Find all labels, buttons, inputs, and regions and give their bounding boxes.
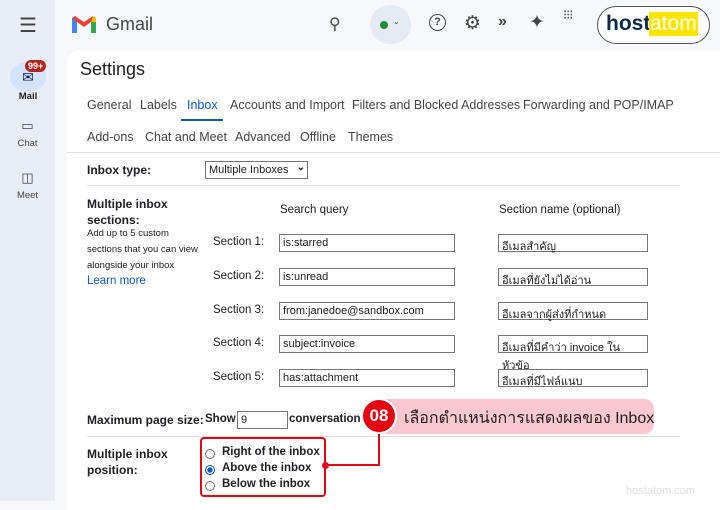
- section-query-input[interactable]: is:unread: [279, 268, 455, 286]
- tab-accounts[interactable]: Accounts and Import: [230, 98, 345, 112]
- search-icon[interactable]: ⚲: [329, 14, 341, 34]
- tab-filters[interactable]: Filters and Blocked Addresses: [352, 98, 520, 112]
- tabs-divider: [67, 152, 720, 153]
- tab-addons[interactable]: Add-ons: [87, 130, 134, 144]
- tab-labels[interactable]: Labels: [140, 98, 177, 112]
- divider: [87, 185, 680, 186]
- brand-highlight: atom: [649, 12, 698, 36]
- section-label: Section 4:: [213, 337, 265, 349]
- section-name-input[interactable]: อีเมลที่ยังไม่ได้อ่าน: [498, 268, 648, 287]
- position-label: position:: [87, 463, 138, 477]
- sections-desc: alongside your inbox: [87, 260, 175, 271]
- inbox-type-value: Multiple Inboxes: [209, 164, 289, 176]
- section-query-input[interactable]: is:starred: [279, 234, 455, 252]
- chevron-down-icon: ⌄: [393, 17, 400, 26]
- learn-more-link[interactable]: Learn more: [87, 275, 146, 287]
- connector-line: [326, 428, 380, 466]
- tab-inbox[interactable]: Inbox: [187, 98, 218, 112]
- section-name-input[interactable]: อีเมลที่มีไฟล์แนบ: [498, 369, 648, 388]
- divider: [87, 436, 680, 437]
- tab-advanced[interactable]: Advanced: [235, 130, 291, 144]
- help-icon[interactable]: ?: [429, 14, 446, 31]
- rail-item-mail[interactable]: ✉ 99+ Mail: [10, 60, 47, 103]
- chat-icon: ▭: [21, 118, 34, 133]
- section-label: Section 2:: [213, 270, 265, 282]
- video-icon: ◫: [21, 170, 34, 185]
- col-search-query: Search query: [280, 204, 349, 216]
- status-button[interactable]: ⌄: [370, 5, 411, 44]
- tab-offline[interactable]: Offline: [300, 130, 336, 144]
- page-size-label: Maximum page size:: [87, 413, 204, 427]
- show-label: Show: [205, 413, 236, 425]
- unread-badge: 99+: [25, 60, 47, 72]
- apps-script-icon[interactable]: »: [498, 13, 507, 31]
- rail-label: Chat: [17, 138, 38, 149]
- account-logo[interactable]: host atom: [597, 6, 710, 44]
- active-tab-indicator: [181, 119, 223, 121]
- tab-chat-meet[interactable]: Chat and Meet: [145, 130, 227, 144]
- page-size-suffix: conversation: [289, 413, 361, 425]
- app-name: Gmail: [106, 14, 154, 34]
- section-name-input[interactable]: อีเมลที่มีคำว่า invoice ในหัวข้อ: [498, 335, 648, 372]
- position-label: Multiple inbox: [87, 447, 168, 461]
- brand-text: host: [606, 12, 651, 35]
- tab-general[interactable]: General: [87, 98, 131, 112]
- section-label: Section 1:: [213, 236, 265, 248]
- rail-label: Meet: [16, 190, 39, 201]
- menu-icon[interactable]: ☰: [19, 13, 37, 38]
- tab-themes[interactable]: Themes: [348, 130, 393, 144]
- page-title: Settings: [80, 59, 146, 79]
- col-section-name: Section name (optional): [499, 204, 621, 216]
- sections-desc: Add up to 5 custom: [87, 228, 169, 239]
- gmail-logo: [72, 15, 96, 33]
- inbox-type-label: Inbox type:: [87, 163, 152, 177]
- section-query-input[interactable]: subject:invoice: [279, 335, 455, 353]
- rail-item-chat[interactable]: ▭ Chat: [10, 118, 45, 154]
- section-label: Section 3:: [213, 304, 265, 316]
- callout-text: เลือกตำแหน่งการแสดงผลของ Inbox: [404, 410, 655, 427]
- apps-grid-icon[interactable]: ⁝⁝⁝: [563, 8, 573, 21]
- section-name-input[interactable]: อีเมลจากผู้ส่งที่กำหนด: [498, 302, 648, 321]
- section-name-input[interactable]: อีเมลสำคัญ: [498, 234, 648, 253]
- rail-item-meet[interactable]: ◫ Meet: [10, 170, 45, 206]
- section-label: Section 5:: [213, 371, 265, 383]
- rail-label: Mail: [18, 91, 38, 102]
- page-size-input[interactable]: 9: [237, 411, 288, 429]
- chevron-down-icon: ⌄: [296, 162, 305, 173]
- step-badge: 08: [361, 398, 397, 434]
- section-query-input[interactable]: has:attachment: [279, 369, 455, 387]
- inbox-type-select[interactable]: Multiple Inboxes ⌄: [205, 161, 308, 179]
- connector-dot: [322, 462, 329, 469]
- status-dot-icon: [380, 21, 388, 29]
- section-query-input[interactable]: from:janedoe@sandbox.com: [279, 302, 455, 320]
- gear-icon[interactable]: ⚙: [464, 12, 481, 35]
- watermark: hostatom.com: [626, 485, 696, 497]
- gemini-sparkle-icon[interactable]: ✦: [529, 11, 545, 34]
- tab-forwarding[interactable]: Forwarding and POP/IMAP: [523, 98, 674, 112]
- sections-label: Multiple inbox sections:: [87, 197, 168, 227]
- sections-desc: sections that you can view: [87, 244, 198, 255]
- highlight-box: [200, 437, 326, 497]
